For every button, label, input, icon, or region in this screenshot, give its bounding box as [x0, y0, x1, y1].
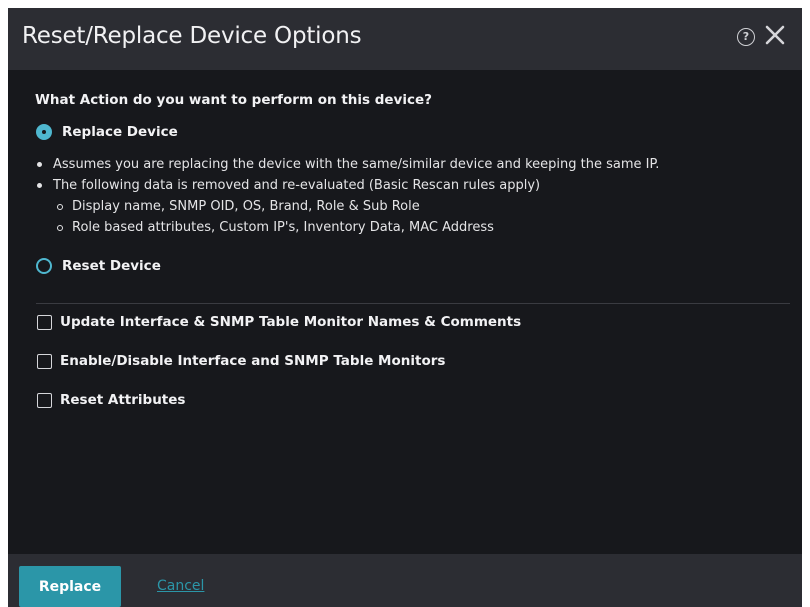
action-question: What Action do you want to perform on th… [35, 92, 432, 108]
reset-replace-dialog: Reset/Replace Device Options ? What Acti… [8, 8, 802, 607]
bullet-text: Assumes you are replacing the device wit… [53, 157, 660, 172]
bullet-dot [37, 162, 42, 167]
checkbox[interactable] [37, 314, 52, 330]
checkbox-label: Enable/Disable Interface and SNMP Table … [60, 353, 446, 369]
radio-reset-device[interactable]: Reset Device [36, 256, 161, 276]
sub-bullet-circle [57, 225, 63, 231]
radio-button-selected[interactable] [36, 124, 52, 140]
radio-label-replace-device: Replace Device [62, 124, 178, 140]
cancel-link[interactable]: Cancel [157, 578, 204, 594]
sub-list-item: Role based attributes, Custom IP's, Inve… [36, 217, 786, 238]
dialog-body: What Action do you want to perform on th… [8, 70, 802, 554]
bullet-dot [37, 183, 42, 188]
replace-details-list: Assumes you are replacing the device wit… [36, 154, 786, 238]
bullet-text: The following data is removed and re-eva… [53, 178, 541, 193]
checkbox-enable-disable-monitors[interactable]: Enable/Disable Interface and SNMP Table … [37, 351, 445, 371]
dialog-titlebar: Reset/Replace Device Options ? [8, 8, 802, 70]
checkbox-label: Update Interface & SNMP Table Monitor Na… [60, 314, 522, 330]
checkbox[interactable] [37, 353, 52, 369]
radio-button-unselected[interactable] [36, 258, 52, 274]
dialog-title: Reset/Replace Device Options [22, 23, 362, 49]
sub-list-item: Display name, SNMP OID, OS, Brand, Role … [36, 196, 786, 217]
list-item: The following data is removed and re-eva… [36, 175, 786, 196]
list-item: Assumes you are replacing the device wit… [36, 154, 786, 175]
radio-replace-device[interactable]: Replace Device [36, 122, 178, 142]
checkbox-update-interface-names[interactable]: Update Interface & SNMP Table Monitor Na… [37, 312, 521, 332]
sub-bullet-circle [57, 204, 63, 210]
section-divider [36, 303, 790, 304]
replace-button[interactable]: Replace [19, 566, 121, 607]
sub-bullet-text: Display name, SNMP OID, OS, Brand, Role … [72, 199, 420, 214]
close-icon[interactable] [762, 22, 788, 48]
dialog-footer: Replace Cancel [8, 554, 802, 607]
checkbox[interactable] [37, 392, 52, 408]
checkbox-label: Reset Attributes [60, 392, 186, 408]
checkbox-reset-attributes[interactable]: Reset Attributes [37, 390, 185, 410]
radio-label-reset-device: Reset Device [62, 258, 161, 274]
help-icon[interactable]: ? [737, 28, 755, 46]
sub-bullet-text: Role based attributes, Custom IP's, Inve… [72, 220, 494, 235]
